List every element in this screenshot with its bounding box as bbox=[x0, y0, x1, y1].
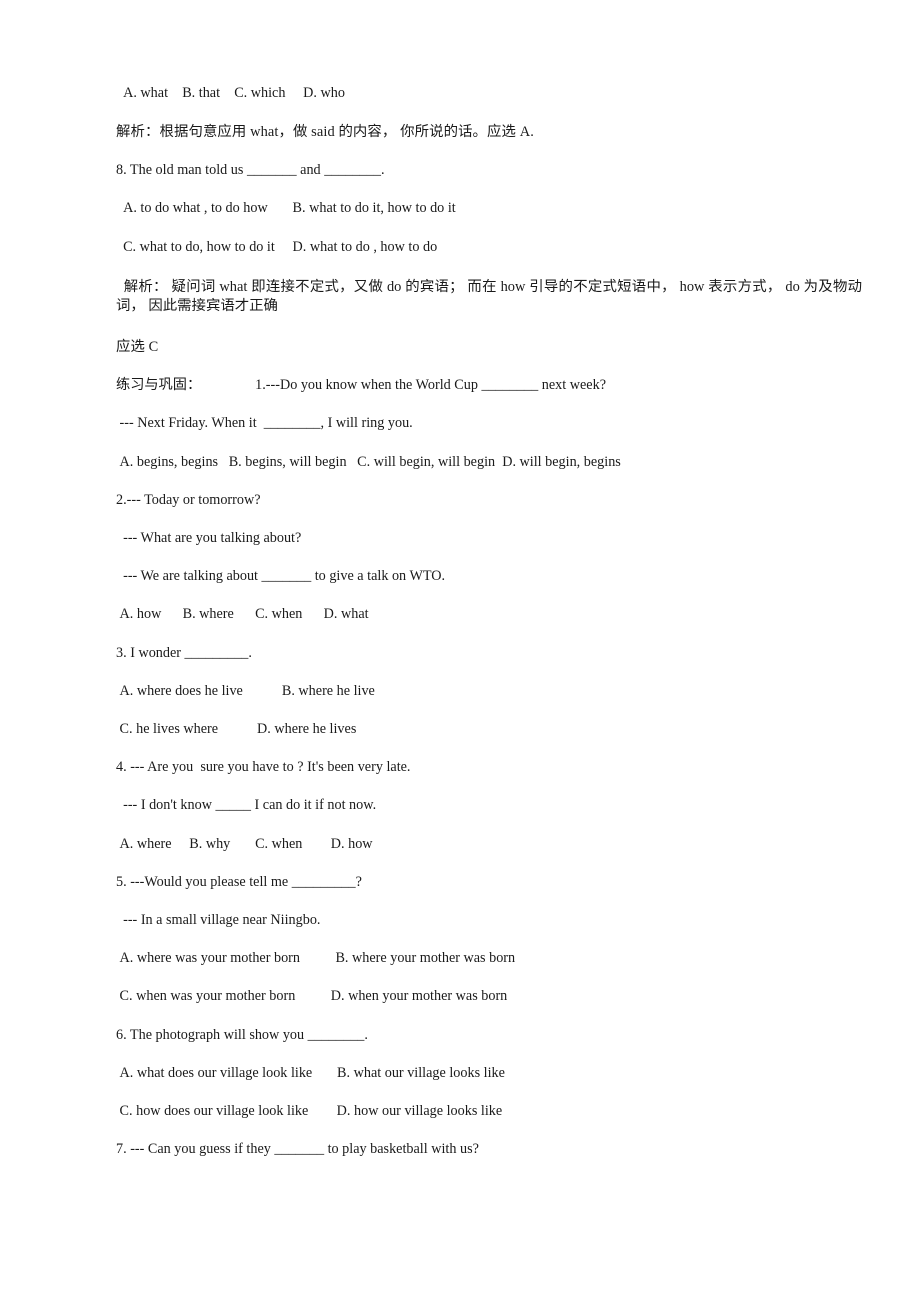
practice-1-reply: --- Next Friday. When it ________, I wil… bbox=[116, 415, 413, 432]
question-8-answer: 应选 C bbox=[116, 338, 159, 355]
question-8-stem: 8. The old man told us _______ and _____… bbox=[116, 162, 385, 179]
practice-3-options-cd: C. he lives where D. where he lives bbox=[116, 720, 357, 737]
practice-3-options-ab: A. where does he live B. where he live bbox=[116, 682, 375, 699]
question-8-explanation: 解析： 疑问词 what 即连接不定式，又做 do 的宾语； 而在 how 引导… bbox=[116, 278, 863, 314]
document-page: A. what B. that C. which D. who 解析：根据句意应… bbox=[0, 0, 920, 1302]
practice-1-stem: 1.---Do you know when the World Cup ____… bbox=[255, 377, 606, 394]
practice-2-stem: 2.--- Today or tomorrow? bbox=[116, 491, 261, 508]
practice-6-options-ab: A. what does our village look like B. wh… bbox=[116, 1064, 505, 1081]
practice-4-stem: 4. --- Are you sure you have to ? It's b… bbox=[116, 759, 411, 776]
question-7-options: A. what B. that C. which D. who bbox=[116, 85, 345, 101]
practice-3-stem: 3. I wonder _________. bbox=[116, 644, 252, 661]
question-8-options-cd: C. what to do, how to do it D. what to d… bbox=[116, 238, 438, 255]
practice-7-stem: 7. --- Can you guess if they _______ to … bbox=[116, 1141, 479, 1158]
practice-2-options: A. how B. where C. when D. what bbox=[116, 606, 369, 623]
practice-2-question: --- What are you talking about? bbox=[116, 529, 302, 546]
practice-2-answer-line: --- We are talking about _______ to give… bbox=[116, 568, 446, 585]
practice-5-options-cd: C. when was your mother born D. when you… bbox=[116, 988, 508, 1005]
practice-4-reply: --- I don't know _____ I can do it if no… bbox=[116, 797, 377, 814]
practice-5-reply: --- In a small village near Niingbo. bbox=[116, 912, 321, 928]
practice-4-options: A. where B. why C. when D. how bbox=[116, 835, 373, 852]
practice-6-stem: 6. The photograph will show you ________… bbox=[116, 1026, 368, 1043]
practice-5-stem: 5. ---Would you please tell me _________… bbox=[116, 873, 362, 890]
question-8-options-ab: A. to do what , to do how B. what to do … bbox=[116, 200, 456, 217]
question-7-explanation: 解析：根据句意应用 what，做 said 的内容， 你所说的话。应选 A. bbox=[116, 123, 534, 140]
practice-section-line-1: 练习与巩固： 1.---Do you know when the World Cu… bbox=[116, 378, 862, 392]
document-body: A. what B. that C. which D. who 解析：根据句意应… bbox=[116, 85, 863, 1158]
practice-1-options: A. begins, begins B. begins, will begin … bbox=[116, 453, 621, 470]
practice-5-options-ab: A. where was your mother born B. where y… bbox=[116, 950, 516, 967]
practice-6-options-cd: C. how does our village look like D. how… bbox=[116, 1103, 503, 1120]
practice-heading: 练习与巩固： bbox=[116, 377, 202, 394]
